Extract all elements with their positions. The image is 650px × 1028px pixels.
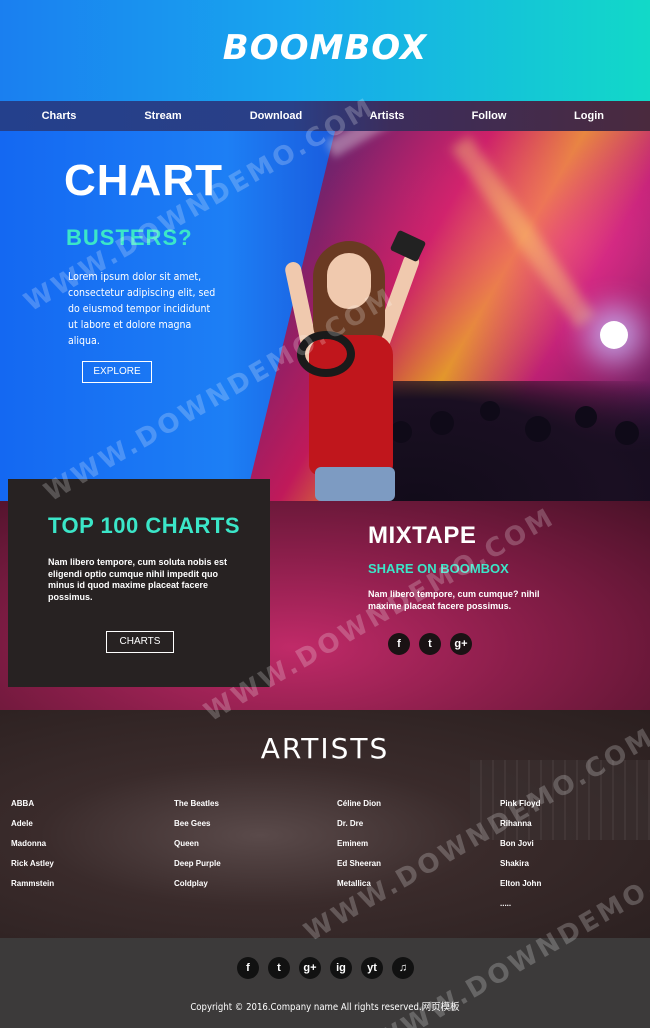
nav-follow[interactable]: Follow <box>439 101 539 131</box>
nav-download[interactable]: Download <box>226 101 326 131</box>
mixtape-title: MIXTAPE <box>368 522 477 549</box>
mixtape-text: Nam libero tempore, cum cumque? nihil ma… <box>368 589 540 611</box>
facebook-icon[interactable]: f <box>388 633 410 655</box>
hero-title: CHART <box>64 156 223 205</box>
artist-link[interactable]: Rammstein <box>11 879 54 888</box>
artist-link[interactable]: Coldplay <box>174 879 208 888</box>
artist-link[interactable]: Elton John <box>500 879 541 888</box>
headphones-icon <box>297 331 355 377</box>
artist-link[interactable]: Bon Jovi <box>500 839 534 848</box>
artist-link[interactable]: Eminem <box>337 839 368 848</box>
top-charts-text: Nam libero tempore, cum soluta nobis est… <box>48 557 228 602</box>
artist-link[interactable]: Madonna <box>11 839 46 848</box>
facebook-icon[interactable]: f <box>237 957 259 979</box>
twitter-icon[interactable]: t <box>419 633 441 655</box>
copyright-text: Copyright © 2016.Company name All rights… <box>190 1002 460 1013</box>
artist-link[interactable]: Rick Astley <box>11 859 54 868</box>
artist-link[interactable]: Adele <box>11 819 33 828</box>
artist-link[interactable]: ABBA <box>11 799 34 808</box>
hero-text: Lorem ipsum dolor sit amet, consectetur … <box>68 271 216 347</box>
google-plus-icon[interactable]: g+ <box>299 957 321 979</box>
artist-link[interactable]: Metallica <box>337 879 371 888</box>
mixtape-subtitle: SHARE ON BOOMBOX <box>368 561 509 576</box>
youtube-icon[interactable]: yt <box>361 957 383 979</box>
page: BOOMBOX Charts Stream Download Artists F… <box>0 0 650 1028</box>
site-footer: f t g+ ig yt ♫ Copyright © 2016.Company … <box>0 938 650 1028</box>
artist-link[interactable]: Ed Sheeran <box>337 859 381 868</box>
artist-link[interactable]: Dr. Dre <box>337 819 363 828</box>
artist-link[interactable]: Deep Purple <box>174 859 221 868</box>
twitter-icon[interactable]: t <box>268 957 290 979</box>
more-artists-link[interactable]: ..... <box>500 899 511 908</box>
nav-stream[interactable]: Stream <box>113 101 213 131</box>
nav-login[interactable]: Login <box>539 101 639 131</box>
artist-link[interactable]: Bee Gees <box>174 819 210 828</box>
artist-link[interactable]: Pink Floyd <box>500 799 540 808</box>
artist-link[interactable]: Shakira <box>500 859 529 868</box>
artist-link[interactable]: Queen <box>174 839 199 848</box>
artists-section: ARTISTS ABBA Adele Madonna Rick Astley R… <box>0 710 650 938</box>
main-nav: Charts Stream Download Artists Follow Lo… <box>0 101 650 131</box>
artist-link[interactable]: Céline Dion <box>337 799 381 808</box>
artists-title: ARTISTS <box>260 732 390 765</box>
charts-button[interactable]: CHARTS <box>106 631 174 653</box>
music-icon[interactable]: ♫ <box>392 957 414 979</box>
instagram-icon[interactable]: ig <box>330 957 352 979</box>
brand-logo[interactable]: BOOMBOX <box>0 28 650 68</box>
top-charts-box: TOP 100 CHARTS Nam libero tempore, cum s… <box>8 479 270 687</box>
site-header: BOOMBOX <box>0 0 650 101</box>
top-charts-title: TOP 100 CHARTS <box>48 513 241 538</box>
stage-spotlight <box>600 321 628 349</box>
piano-keys-image <box>470 760 650 840</box>
google-plus-icon[interactable]: g+ <box>450 633 472 655</box>
artist-link[interactable]: Rihanna <box>500 819 532 828</box>
artist-link[interactable]: The Beatles <box>174 799 219 808</box>
hero-section: CHART BUSTERS? Lorem ipsum dolor sit ame… <box>0 131 650 501</box>
explore-button[interactable]: EXPLORE <box>82 361 152 383</box>
hero-subtitle: BUSTERS? <box>66 225 193 250</box>
dancer-image <box>275 229 435 501</box>
nav-artists[interactable]: Artists <box>337 101 437 131</box>
nav-charts[interactable]: Charts <box>9 101 109 131</box>
